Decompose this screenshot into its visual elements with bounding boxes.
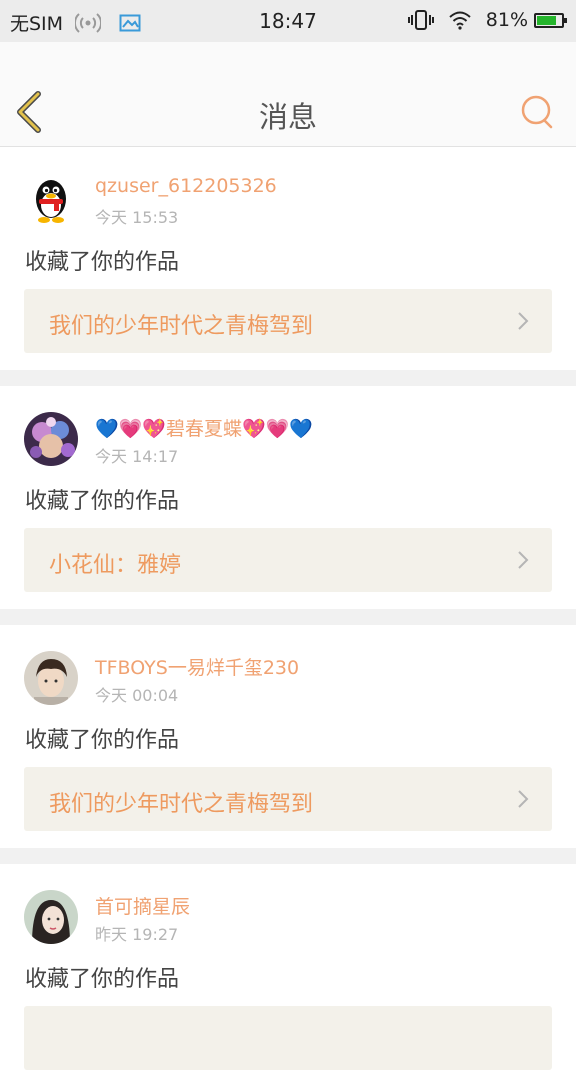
work-link[interactable] xyxy=(24,1006,552,1070)
battery-level-fill xyxy=(537,15,557,25)
username[interactable]: TFBOYS一易烊千玺230 xyxy=(95,653,299,680)
username[interactable]: 首可摘星辰 xyxy=(95,892,190,919)
wifi-icon xyxy=(448,10,472,30)
work-title: 我们的少年时代之青梅驾到 xyxy=(49,792,314,817)
message-time: 今天 14:17 xyxy=(95,447,179,466)
action-text: 收藏了你的作品 xyxy=(25,728,180,753)
work-title: 小花仙：雅婷 xyxy=(49,553,182,578)
chevron-right-icon xyxy=(518,790,529,808)
search-icon xyxy=(521,95,553,129)
message-item: 首可摘星辰 昨天 19:27 收藏了你的作品 xyxy=(0,864,576,1087)
photo-avatar[interactable] xyxy=(24,890,78,944)
username[interactable]: qzuser_612205326 xyxy=(95,175,277,197)
divider xyxy=(0,609,576,625)
work-link[interactable]: 我们的少年时代之青梅驾到 xyxy=(24,289,552,353)
chevron-right-icon xyxy=(518,312,529,330)
action-text: 收藏了你的作品 xyxy=(25,489,180,514)
anime-avatar[interactable] xyxy=(24,412,78,466)
message-item: 💙💗💖碧春夏蝶💖💗💙 今天 14:17 收藏了你的作品 小花仙：雅婷 xyxy=(0,386,576,609)
chevron-right-icon xyxy=(518,551,529,569)
work-link[interactable]: 我们的少年时代之青梅驾到 xyxy=(24,767,552,831)
nav-header: 消息 xyxy=(0,42,576,147)
photo-avatar[interactable] xyxy=(24,651,78,705)
message-list: qzuser_612205326 今天 15:53 收藏了你的作品 我们的少年时… xyxy=(0,147,576,1087)
message-time: 昨天 19:27 xyxy=(95,925,179,944)
message-time: 今天 15:53 xyxy=(95,208,179,227)
work-link[interactable]: 小花仙：雅婷 xyxy=(24,528,552,592)
battery-percent: 81% xyxy=(485,9,528,31)
message-item: TFBOYS一易烊千玺230 今天 00:04 收藏了你的作品 我们的少年时代之… xyxy=(0,625,576,848)
page-title: 消息 xyxy=(258,100,317,134)
divider xyxy=(0,370,576,386)
action-text: 收藏了你的作品 xyxy=(25,250,180,275)
search-button[interactable] xyxy=(520,94,556,130)
message-item: qzuser_612205326 今天 15:53 收藏了你的作品 我们的少年时… xyxy=(0,147,576,370)
username[interactable]: 💙💗💖碧春夏蝶💖💗💙 xyxy=(95,414,313,441)
message-time: 今天 00:04 xyxy=(95,686,179,705)
qq-penguin-icon[interactable] xyxy=(24,173,78,227)
divider xyxy=(0,848,576,864)
status-bar: 无SIM 18:47 81% xyxy=(0,0,576,42)
action-text: 收藏了你的作品 xyxy=(25,967,180,992)
battery-icon xyxy=(534,12,567,28)
work-title: 我们的少年时代之青梅驾到 xyxy=(49,314,314,339)
vibrate-icon xyxy=(407,9,434,31)
